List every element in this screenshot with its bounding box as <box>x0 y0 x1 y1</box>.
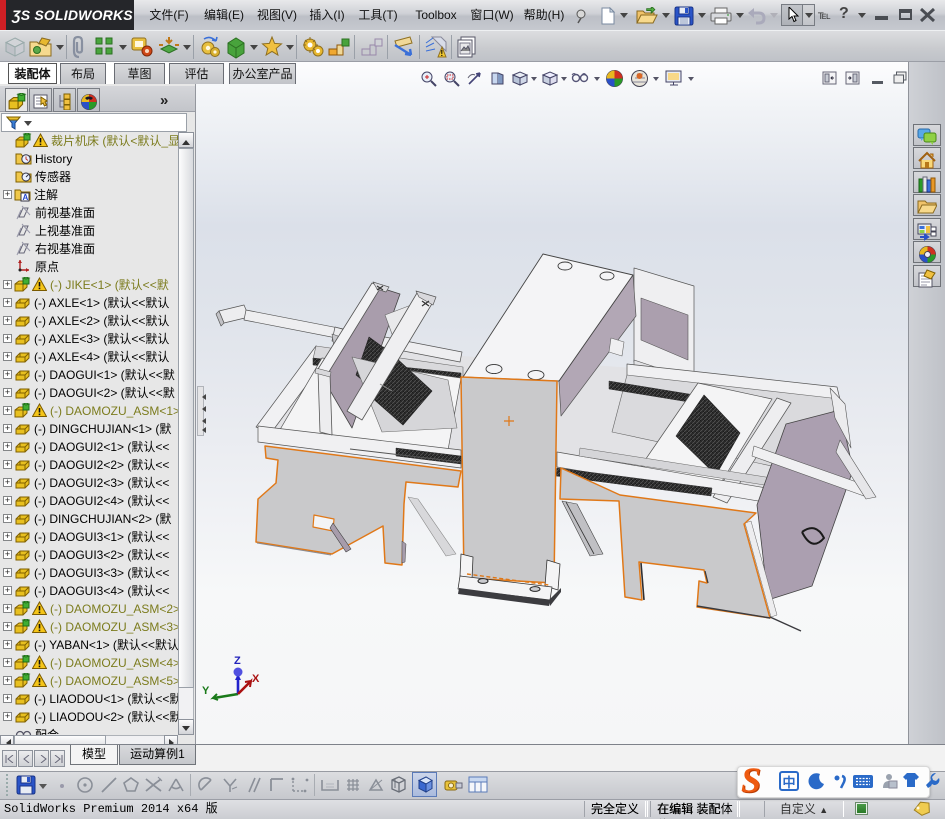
svg-text:X: X <box>252 673 260 685</box>
svg-text:Z: Z <box>234 655 241 667</box>
svg-text:A: A <box>23 193 29 202</box>
svg-text:Y: Y <box>202 685 210 697</box>
svg-text:!: ! <box>441 49 444 58</box>
